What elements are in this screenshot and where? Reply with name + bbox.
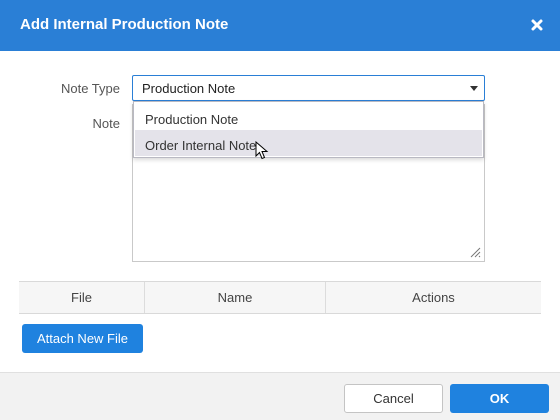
dialog-title: Add Internal Production Note — [20, 16, 229, 33]
dropdown-option-order-internal-note[interactable]: Order Internal Note — [135, 130, 482, 156]
cancel-button[interactable]: Cancel — [344, 384, 443, 413]
dialog-header: Add Internal Production Note — [0, 0, 560, 51]
note-label: Note — [92, 116, 120, 131]
attach-new-file-button[interactable]: Attach New File — [22, 324, 143, 353]
note-type-dropdown: Production Note Order Internal Note — [133, 101, 484, 158]
mouse-pointer-icon — [255, 141, 269, 160]
resize-grip-icon[interactable] — [469, 246, 481, 258]
column-header-name: Name — [145, 282, 326, 313]
dialog-footer: Cancel OK — [0, 372, 560, 420]
files-table-header: File Name Actions — [19, 281, 541, 314]
close-icon[interactable] — [528, 16, 546, 34]
note-type-label: Note Type — [60, 81, 120, 96]
note-type-selected-value: Production Note — [142, 81, 236, 96]
chevron-down-icon — [470, 86, 478, 91]
column-header-file: File — [19, 282, 145, 313]
column-header-actions: Actions — [412, 290, 455, 305]
note-type-select[interactable]: Production Note — [132, 75, 485, 101]
dropdown-option-production-note[interactable]: Production Note — [135, 104, 482, 130]
ok-button[interactable]: OK — [450, 384, 549, 413]
